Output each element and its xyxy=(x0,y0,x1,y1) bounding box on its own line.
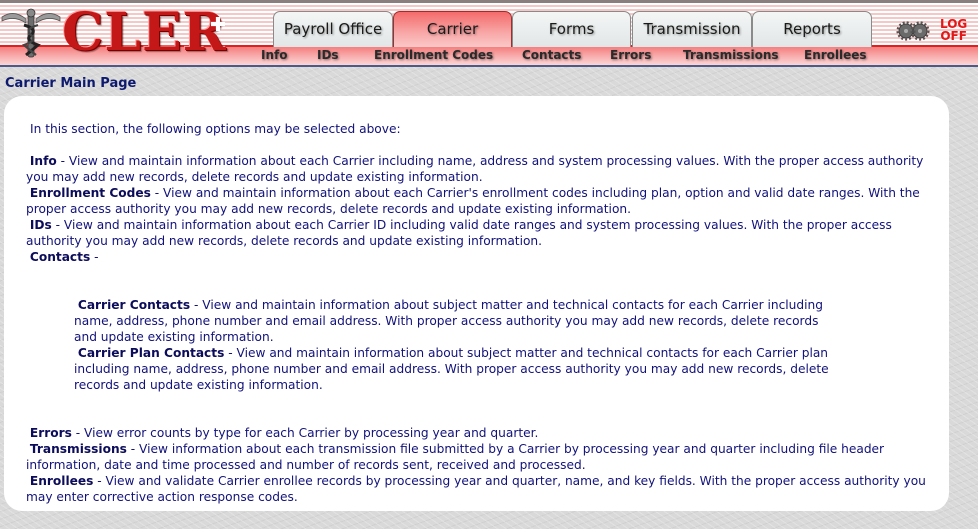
subnav-enrollment-codes[interactable]: Enrollment Codes xyxy=(374,48,493,62)
section-contacts: Contacts - xyxy=(26,249,926,265)
section-desc: - View and maintain information about ea… xyxy=(26,186,920,216)
logoff-line2: OFF xyxy=(940,29,967,43)
section-desc: - View and validate Carrier enrollee rec… xyxy=(26,474,926,504)
app-header: CLER Payroll Office Carrier Forms Transm… xyxy=(0,0,978,67)
tab-payroll-office[interactable]: Payroll Office xyxy=(273,11,393,47)
logo-text: CLER xyxy=(62,2,227,63)
subnav-errors[interactable]: Errors xyxy=(610,48,651,62)
section-desc: - View error counts by type for each Car… xyxy=(71,426,539,440)
section-info: Info - View and maintain information abo… xyxy=(26,153,926,185)
section-term: Transmissions xyxy=(29,442,127,456)
tab-forms[interactable]: Forms xyxy=(512,11,631,47)
subnav-ids[interactable]: IDs xyxy=(317,48,339,62)
section-enrollees: Enrollees - View and validate Carrier en… xyxy=(26,473,926,505)
logoff-button[interactable]: LOG OFF xyxy=(940,18,967,42)
header-divider xyxy=(0,65,978,67)
intro-text: In this section, the following options m… xyxy=(30,122,401,136)
tab-transmission[interactable]: Transmission xyxy=(632,11,752,47)
subsection-carrier-contacts: Carrier Contacts - View and maintain inf… xyxy=(74,297,834,345)
page-title: Carrier Main Page xyxy=(5,76,137,91)
section-term: IDs xyxy=(29,218,52,232)
section-term: Carrier Plan Contacts xyxy=(77,346,225,360)
section-term: Errors xyxy=(29,426,72,440)
section-desc: - View and maintain information about ea… xyxy=(26,154,924,184)
section-term: Enrollees xyxy=(29,474,94,488)
gears-icon[interactable] xyxy=(896,21,930,41)
section-desc: - xyxy=(90,250,99,264)
section-transmissions: Transmissions - View information about e… xyxy=(26,441,926,473)
tab-carrier[interactable]: Carrier xyxy=(393,11,512,47)
section-ids: IDs - View and maintain information abou… xyxy=(26,217,926,249)
subsection-carrier-plan-contacts: Carrier Plan Contacts - View and maintai… xyxy=(74,345,834,393)
subnav-info[interactable]: Info xyxy=(261,48,287,62)
section-term: Enrollment Codes xyxy=(29,186,151,200)
section-term: Contacts xyxy=(29,250,91,264)
tab-reports[interactable]: Reports xyxy=(752,11,872,47)
cler-logo: CLER xyxy=(0,5,227,61)
section-desc: - View information about each transmissi… xyxy=(26,442,885,472)
section-term: Info xyxy=(29,154,57,168)
section-errors: Errors - View error counts by type for e… xyxy=(26,425,926,441)
section-desc: - View and maintain information about ea… xyxy=(26,218,892,248)
page-content: In this section, the following options m… xyxy=(26,121,926,505)
section-term: Carrier Contacts xyxy=(77,298,191,312)
subnav-enrollees[interactable]: Enrollees xyxy=(804,48,867,62)
subnav-contacts[interactable]: Contacts xyxy=(522,48,581,62)
caduceus-icon xyxy=(1,8,61,58)
subnav-transmissions[interactable]: Transmissions xyxy=(683,48,779,62)
section-enrollment-codes: Enrollment Codes - View and maintain inf… xyxy=(26,185,926,217)
